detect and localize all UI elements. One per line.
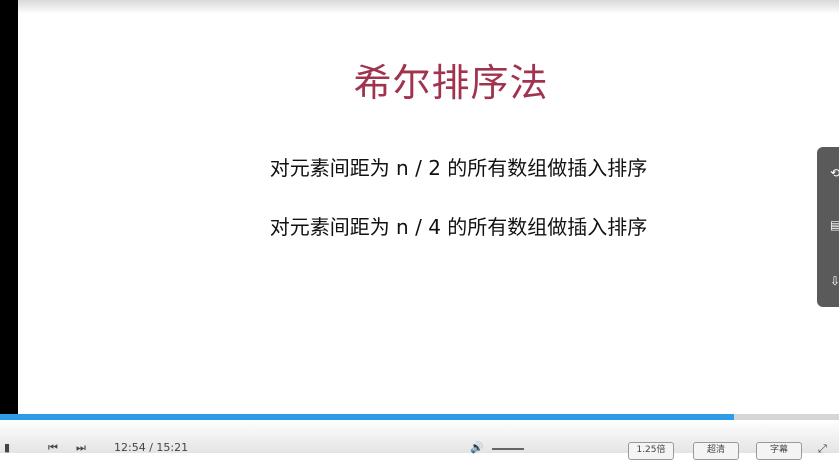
player-controls: ▮ ⏮ ⏭ 12:54 / 15:21 🔊 1.25倍 超清 字幕 ⤢ — [0, 420, 839, 460]
note-icon[interactable]: ▤ — [830, 219, 839, 231]
slide-title: 希尔排序法 — [353, 61, 549, 105]
download-icon[interactable]: ⇩ — [830, 275, 839, 287]
top-shadow — [18, 0, 839, 14]
fullscreen-icon[interactable]: ⤢ — [818, 443, 827, 455]
time-display: 12:54 / 15:21 — [114, 441, 189, 454]
share-icon[interactable]: ⟲ — [830, 167, 839, 179]
next-icon[interactable]: ⏭ — [76, 442, 86, 454]
slide-line-2: 对元素间距为 n / 4 的所有数组做插入排序 — [269, 215, 648, 239]
previous-icon[interactable]: ⏮ — [48, 442, 58, 454]
quality-button[interactable]: 超清 — [693, 442, 739, 460]
subtitle-button[interactable]: 字幕 — [756, 442, 802, 460]
side-tool-panel[interactable]: ⟲ ▤ ⇩ — [817, 147, 839, 307]
video-slide: 希尔排序法 对元素间距为 n / 2 的所有数组做插入排序 对元素间距为 n /… — [18, 14, 839, 414]
volume-slider[interactable] — [492, 448, 524, 450]
play-icon[interactable]: ▮ — [4, 442, 10, 454]
slide-line-1: 对元素间距为 n / 2 的所有数组做插入排序 — [269, 156, 648, 180]
volume-icon[interactable]: 🔊 — [470, 442, 484, 454]
speed-button[interactable]: 1.25倍 — [628, 442, 674, 460]
left-edge-bar — [0, 0, 18, 453]
